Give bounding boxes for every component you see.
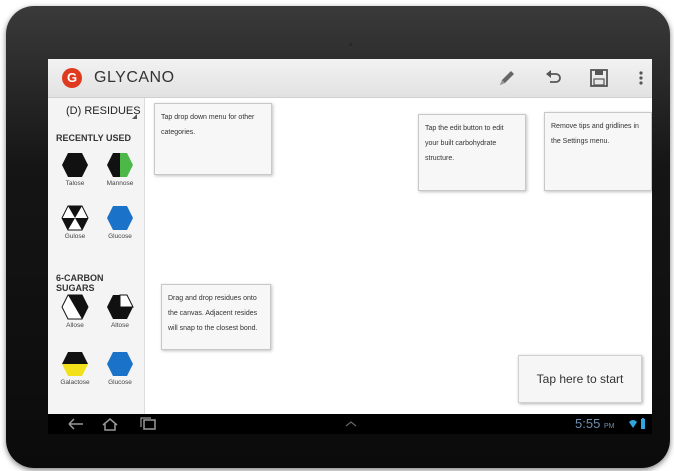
galactose-hexagon-icon	[62, 352, 88, 376]
residue-label: Allose	[66, 322, 84, 329]
tip-settings: Remove tips and gridlines in the Setting…	[544, 112, 652, 191]
system-nav-bar: 5:55 PM	[48, 414, 652, 434]
residue-label: Galactose	[60, 379, 90, 386]
tip-edit-button: Tap the edit button to edit your built c…	[418, 114, 526, 191]
residue-altose[interactable]: Altose	[98, 294, 142, 329]
residue-mannose[interactable]: Mannose	[98, 152, 142, 187]
residue-glucose[interactable]: Glucose	[98, 205, 142, 240]
residue-talose[interactable]: Talose	[53, 152, 97, 187]
altose-hexagon-icon	[107, 294, 134, 319]
residue-gulose[interactable]: Gulose	[53, 205, 97, 240]
residue-label: Mannose	[106, 180, 134, 187]
app-title: GLYCANO	[94, 69, 175, 86]
pencil-icon[interactable]	[496, 67, 518, 89]
app-screen: G GLYCANO (D) RESIDUES RECENTLY USED Tal…	[48, 59, 652, 434]
mannose-hexagon-icon	[107, 153, 133, 177]
start-button[interactable]: Tap here to start	[518, 355, 642, 403]
clock-ampm: PM	[603, 423, 615, 430]
recent-apps-icon[interactable]	[138, 417, 158, 431]
wifi-icon	[629, 420, 637, 428]
allose-hexagon-icon	[61, 294, 89, 320]
undo-icon[interactable]	[542, 67, 564, 89]
gulose-hexagon-icon	[61, 205, 89, 231]
save-icon[interactable]	[588, 67, 610, 89]
tip-dropdown: Tap drop down menu for other categories.	[154, 103, 272, 175]
front-camera	[348, 42, 353, 47]
app-logo-icon: G	[62, 68, 82, 88]
status-clock: 5:55 PM	[575, 416, 614, 431]
residue-label: Talose	[65, 180, 85, 187]
overflow-menu-icon[interactable]	[630, 67, 652, 89]
battery-icon	[641, 418, 645, 429]
residue-label: Gulose	[64, 233, 86, 240]
residue-galactose[interactable]: Galactose	[53, 351, 97, 386]
clock-time: 5:55	[575, 416, 601, 431]
residue-allose[interactable]: Allose	[53, 294, 97, 329]
residue-glucose-six-carbon[interactable]: Glucose	[98, 351, 142, 386]
residue-label: Glucose	[108, 379, 132, 386]
six-carbon-sugars-heading: 6-CARBON SUGARS	[56, 273, 104, 293]
glucose-hexagon-icon	[107, 352, 133, 376]
category-dropdown-button[interactable]: (D) RESIDUES	[66, 105, 141, 117]
tip-drag-drop: Drag and drop residues onto the canvas. …	[161, 284, 271, 350]
glucose-hexagon-icon	[107, 206, 133, 230]
recently-used-heading: RECENTLY USED	[56, 133, 132, 143]
back-icon[interactable]	[66, 417, 86, 431]
residue-label: Glucose	[108, 233, 132, 240]
tablet-frame: G GLYCANO (D) RESIDUES RECENTLY USED Tal…	[6, 6, 670, 468]
residue-label: Altose	[110, 322, 130, 329]
home-icon[interactable]	[100, 417, 120, 431]
dropdown-caret-icon[interactable]	[132, 114, 137, 119]
action-bar: G GLYCANO	[48, 59, 652, 98]
residue-sidebar: (D) RESIDUES RECENTLY USED Talose Mannos…	[48, 98, 145, 414]
talose-hexagon-icon	[62, 153, 88, 177]
chevron-up-icon[interactable]	[344, 420, 358, 428]
